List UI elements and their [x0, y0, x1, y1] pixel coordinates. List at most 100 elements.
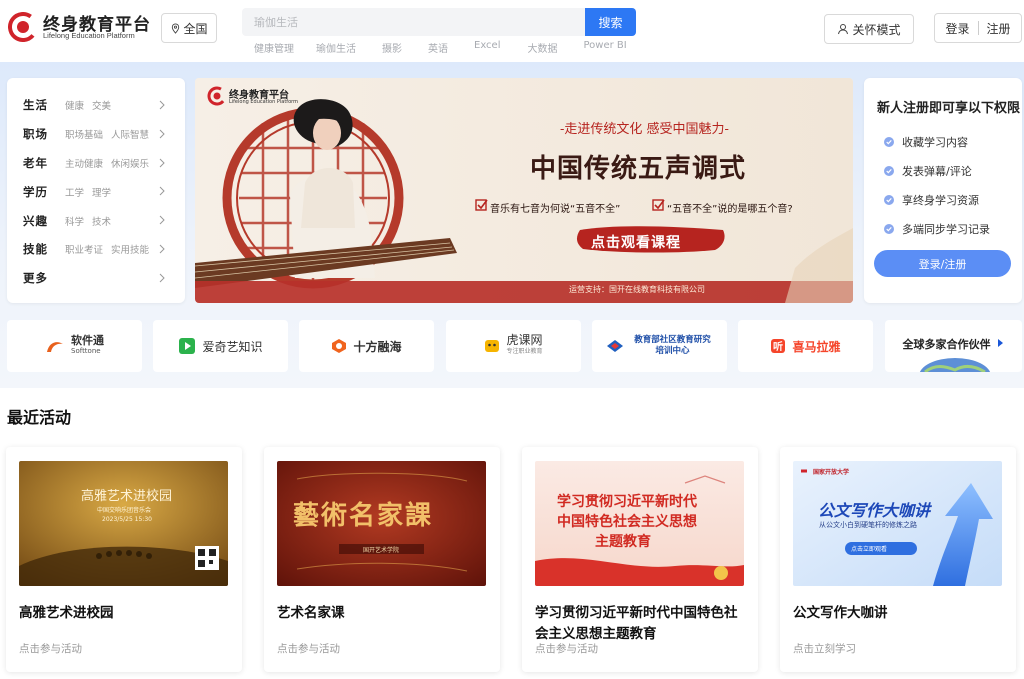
- category-name: 更多: [23, 271, 48, 286]
- search-button[interactable]: 搜索: [585, 8, 636, 36]
- category-item-senior[interactable]: 老年 主动健康 休闲娱乐: [7, 149, 185, 178]
- user-icon: [838, 24, 849, 35]
- chevron-right-icon: [159, 100, 165, 110]
- check-circle-icon: [884, 137, 894, 147]
- subcategory[interactable]: 理学: [92, 188, 111, 199]
- banner-cta[interactable]: 点击观看课程: [591, 232, 681, 252]
- activity-title: 高雅艺术进校园: [19, 605, 114, 621]
- care-mode-button[interactable]: 关怀模式: [824, 14, 914, 44]
- login-link[interactable]: 登录: [945, 20, 969, 37]
- region-selector[interactable]: 全国: [161, 13, 217, 43]
- partner-hukewang[interactable]: 虎课网 专注职业教育: [446, 320, 581, 372]
- thumbnail-title: 高雅艺术进校园: [81, 489, 173, 504]
- partner-shifang[interactable]: 十方融海: [299, 320, 434, 372]
- partner-sub: Softtone: [71, 347, 101, 355]
- partner-global[interactable]: 全球多家合作伙伴: [885, 320, 1022, 372]
- category-subs: 职业考证 实用技能: [65, 242, 157, 256]
- category-name: 兴趣: [23, 213, 48, 228]
- ximalaya-logo-icon: 听: [771, 339, 786, 353]
- category-item-life[interactable]: 生活 健康 交美: [7, 91, 185, 120]
- activity-card[interactable]: 高雅艺术进校园 中国交响乐团音乐会 2023/5/25 15:30 高雅艺术进校…: [6, 447, 242, 672]
- region-label: 全国: [183, 21, 208, 36]
- subcategory[interactable]: 工学: [65, 188, 84, 199]
- partner-name: 爱奇艺知识: [202, 339, 263, 354]
- perk-label: 发表弹幕/评论: [902, 165, 972, 178]
- category-item-skills[interactable]: 技能 职业考证 实用技能: [7, 235, 185, 264]
- login-register-button[interactable]: 登录/注册: [874, 250, 1011, 277]
- activity-card[interactable]: 学习贯彻习近平新时代 中国特色社会主义思想 主题教育 学习贯彻习近平新时代中国特…: [522, 447, 758, 672]
- subcategory[interactable]: 科学: [65, 217, 84, 228]
- category-name: 学历: [23, 184, 48, 199]
- hot-tag[interactable]: Power BI: [584, 40, 627, 55]
- hot-tag[interactable]: 英语: [428, 40, 448, 55]
- search-input[interactable]: [242, 8, 585, 36]
- subcategory[interactable]: 健康: [65, 101, 84, 112]
- register-link[interactable]: 注册: [987, 20, 1011, 37]
- perk-item: 多端同步学习记录: [884, 221, 990, 237]
- site-logo[interactable]: 终身教育平台 Lifelong Education Platform: [8, 10, 150, 44]
- subcategory[interactable]: 职场基础: [65, 130, 103, 141]
- category-item-degree[interactable]: 学历 工学 理学: [7, 177, 185, 206]
- activity-action[interactable]: 点击参与活动: [19, 641, 82, 656]
- activity-action[interactable]: 点击参与活动: [535, 641, 598, 656]
- hot-tag[interactable]: 摄影: [382, 40, 402, 55]
- subcategory[interactable]: 主动健康: [65, 159, 103, 170]
- category-item-career[interactable]: 职场 职场基础 人际智慧: [7, 120, 185, 149]
- partner-community-edu[interactable]: 教育部社区教育研究培训中心: [592, 320, 727, 372]
- chevron-right-icon: [159, 129, 165, 139]
- hot-tag[interactable]: Excel: [474, 40, 501, 55]
- perk-label: 收藏学习内容: [902, 136, 968, 149]
- activity-action[interactable]: 点击参与活动: [277, 641, 340, 656]
- check-circle-icon: [884, 195, 894, 205]
- perk-item: 享终身学习资源: [884, 192, 979, 208]
- banner-question-1: 音乐有七音为何说“五音不全”: [490, 204, 621, 215]
- thumbnail-subtitle: 中国交响乐团音乐会: [97, 507, 152, 514]
- register-perks-card: 新人注册即可享以下权限 收藏学习内容 发表弹幕/评论 享终身学习资源 多端同步学…: [864, 78, 1022, 303]
- iqiyi-logo-icon: [179, 338, 196, 354]
- category-name: 老年: [23, 155, 48, 170]
- register-title: 新人注册即可享以下权限: [877, 101, 1021, 116]
- subcategory[interactable]: 休闲娱乐: [111, 159, 149, 170]
- banner-logo-subtitle: Lifelong Education Platform: [229, 99, 298, 105]
- recent-activities-title: 最近活动: [7, 408, 72, 427]
- thumbnail-line-2: 中国特色社会主义思想: [557, 514, 697, 530]
- category-item-interest[interactable]: 兴趣 科学 技术: [7, 206, 185, 235]
- partner-name: 十方融海: [353, 339, 402, 354]
- activity-action[interactable]: 点击立刻学习: [793, 641, 856, 656]
- chevron-right-icon: [159, 273, 165, 283]
- concert-artwork: [19, 461, 228, 586]
- partner-softtone[interactable]: 软件通 Softtone: [7, 320, 142, 372]
- globe-illustration: [919, 358, 991, 372]
- partner-iqiyi[interactable]: 爱奇艺知识: [153, 320, 288, 372]
- perk-item: 收藏学习内容: [884, 134, 968, 150]
- activity-title: 艺术名家课: [277, 605, 345, 621]
- chevron-right-icon: [159, 158, 165, 167]
- category-name: 生活: [23, 98, 48, 113]
- chevron-right-icon: [159, 187, 165, 196]
- category-name: 职场: [23, 127, 48, 142]
- category-subs: 主动健康 休闲娱乐: [65, 156, 157, 170]
- activity-thumbnail: 高雅艺术进校园 中国交响乐团音乐会 2023/5/25 15:30: [19, 461, 228, 586]
- shifang-logo-icon: [332, 339, 347, 353]
- category-name: 技能: [23, 242, 48, 257]
- category-item-more[interactable]: 更多: [7, 264, 185, 293]
- subcategory[interactable]: 职业考证: [65, 245, 103, 256]
- check-circle-icon: [884, 224, 894, 234]
- tiger-logo-icon: [485, 340, 500, 352]
- partner-ximalaya[interactable]: 听 喜马拉雅: [738, 320, 873, 372]
- hero-banner[interactable]: 终身教育平台 Lifelong Education Platform -走进传统…: [195, 78, 853, 303]
- hot-tag[interactable]: 瑜伽生活: [316, 40, 356, 55]
- hot-tag[interactable]: 大数据: [528, 40, 558, 55]
- chevron-right-icon: [997, 339, 1003, 347]
- activity-card[interactable]: 藝術名家課 国开艺术学院 艺术名家课 点击参与活动: [264, 447, 500, 672]
- banner-artwork: [195, 78, 853, 303]
- subcategory[interactable]: 实用技能: [111, 245, 149, 256]
- thumbnail-subtitle: 国开艺术学院: [363, 547, 400, 554]
- hot-tag[interactable]: 健康管理: [254, 40, 294, 55]
- subcategory[interactable]: 交美: [92, 101, 111, 112]
- subcategory[interactable]: 技术: [92, 217, 111, 228]
- chevron-right-icon: [159, 215, 165, 225]
- activity-card[interactable]: 国家开放大学 公文写作大咖讲 从公文小白到硬笔杆的修炼之路 点击立即观看 公文写…: [780, 447, 1016, 672]
- perk-label: 多端同步学习记录: [902, 223, 990, 236]
- subcategory[interactable]: 人际智慧: [111, 130, 149, 141]
